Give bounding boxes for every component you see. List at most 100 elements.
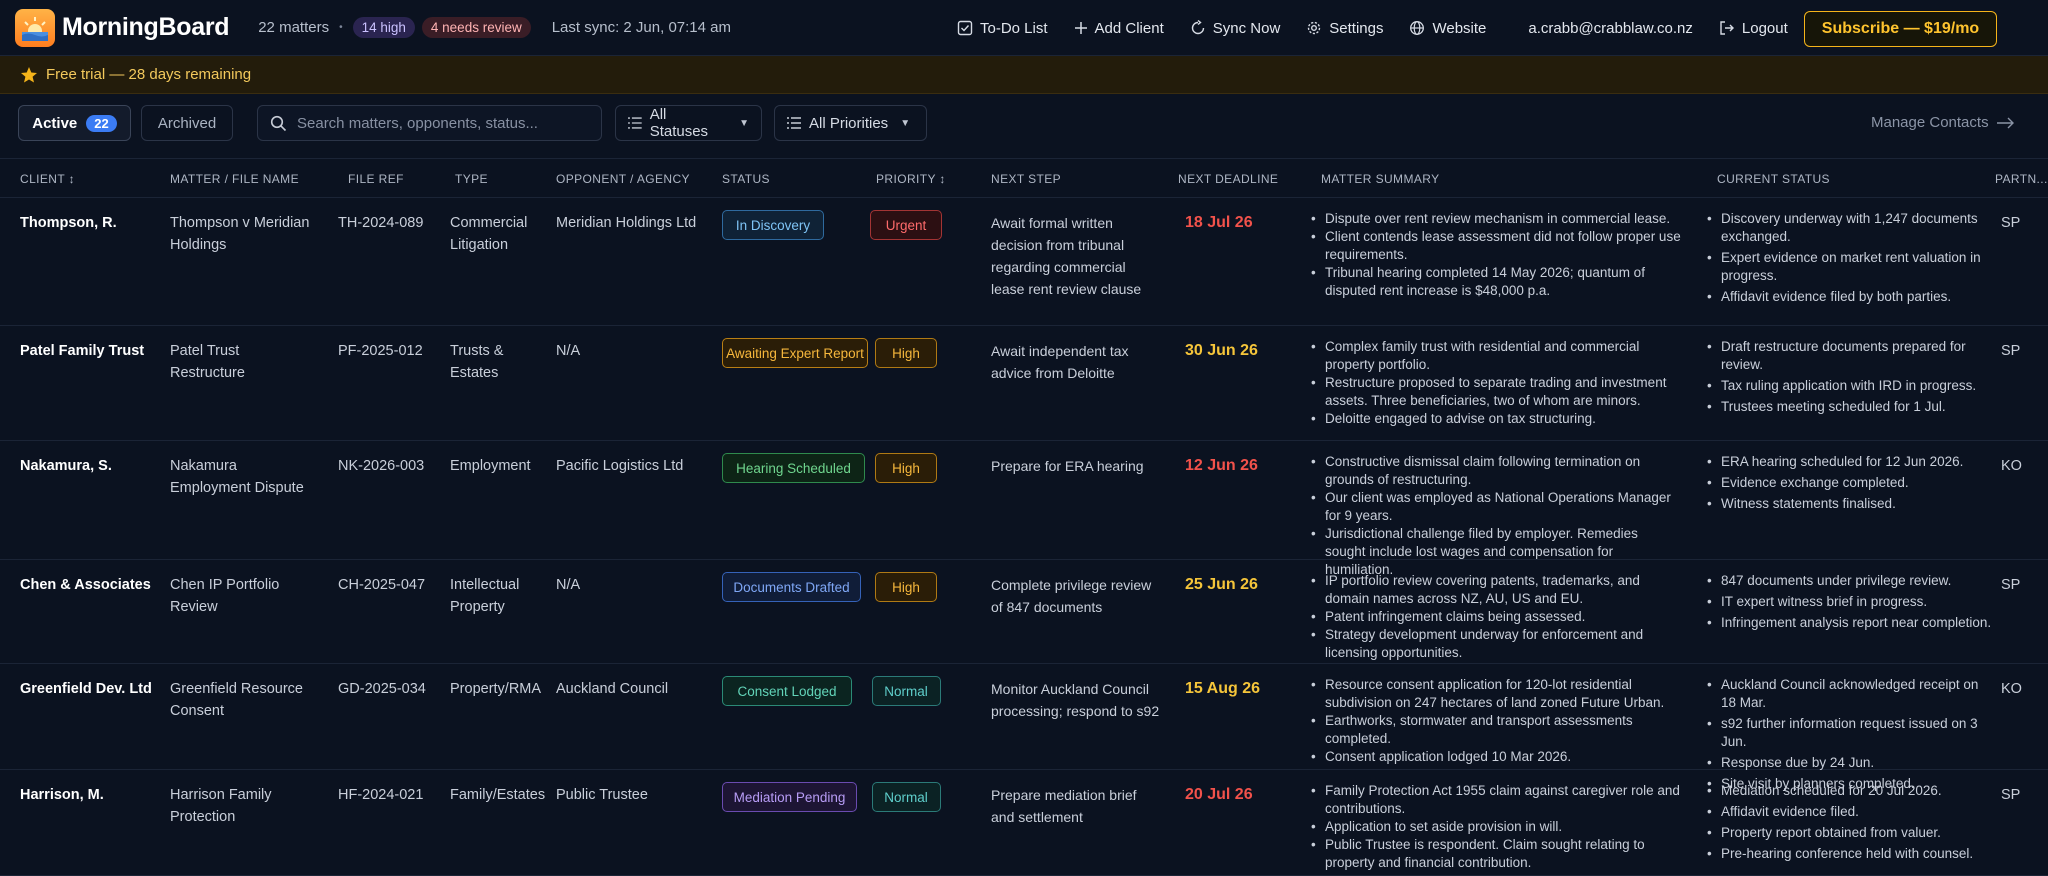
chevron-down-icon: ▼	[739, 117, 749, 129]
file-ref: CH-2025-047	[338, 577, 426, 593]
priority-badge[interactable]: Normal	[871, 676, 941, 706]
sync-now-link[interactable]: Sync Now	[1190, 19, 1281, 37]
matter-name[interactable]: Patel Trust Restructure	[170, 340, 315, 384]
next-deadline: 12 Jun 26	[1185, 457, 1258, 474]
matter-name[interactable]: Harrison Family Protection	[170, 784, 315, 828]
summary-bullet: IP portfolio review covering patents, tr…	[1311, 572, 1681, 608]
matter-type: Property/RMA	[450, 681, 542, 697]
top-nav: To-Do List Add Client Sync Now Settings …	[957, 0, 1814, 56]
status-badge[interactable]: Documents Drafted	[722, 572, 861, 602]
file-ref: TH-2024-089	[338, 215, 424, 231]
col-opponent-header: OPPONENT / AGENCY	[556, 172, 690, 186]
status-filter-select[interactable]: All Statuses ▼	[615, 105, 762, 141]
matter-type: Commercial Litigation	[450, 215, 528, 253]
needs-review-badge[interactable]: 4 needs review	[421, 17, 531, 38]
file-ref: HF-2024-021	[338, 787, 424, 803]
search-input[interactable]	[297, 114, 587, 132]
current-status-bullet: Auckland Council acknowledged receipt on…	[1707, 676, 1992, 712]
table-header: CLIENT ↕ MATTER / FILE NAME FILE REF TYP…	[0, 158, 2048, 198]
table-row[interactable]: Thompson, R. Thompson v Meridian Holding…	[0, 198, 2048, 326]
summary-bullet: Resource consent application for 120-lot…	[1311, 676, 1681, 712]
status-badge[interactable]: In Discovery	[722, 210, 824, 240]
filter-toolbar: Active 22 Archived All Statuses ▼ All Pr…	[0, 94, 2048, 158]
priority-badge[interactable]: Urgent	[870, 210, 942, 240]
summary-bullet: Tribunal hearing completed 14 May 2026; …	[1311, 264, 1681, 300]
current-status-bullet: 847 documents under privilege review.	[1707, 572, 1992, 590]
summary-bullet: Client contends lease assessment did not…	[1311, 228, 1681, 264]
list-filter-icon	[628, 117, 642, 129]
matter-name[interactable]: Greenfield Resource Consent	[170, 678, 315, 722]
table-row[interactable]: Nakamura, S. Nakamura Employment Dispute…	[0, 441, 2048, 577]
summary-bullet: Family Protection Act 1955 claim against…	[1311, 782, 1681, 818]
summary-bullet: Complex family trust with residential an…	[1311, 338, 1681, 374]
client-name[interactable]: Nakamura, S.	[20, 455, 160, 477]
priority-filter-select[interactable]: All Priorities ▼	[774, 105, 927, 141]
chevron-down-icon: ▼	[900, 117, 911, 129]
priority-badge[interactable]: High	[875, 453, 937, 483]
table-row[interactable]: Chen & Associates Chen IP Portfolio Revi…	[0, 560, 2048, 664]
add-client-link[interactable]: Add Client	[1074, 20, 1164, 37]
opponent: Pacific Logistics Ltd	[556, 458, 684, 474]
partner-initials: SP	[2001, 215, 2021, 231]
opponent: Meridian Holdings Ltd	[556, 215, 697, 231]
table-row[interactable]: Harrison, M. Harrison Family Protection …	[0, 770, 2048, 876]
priority-badge[interactable]: High	[875, 572, 937, 602]
status-badge[interactable]: Hearing Scheduled	[722, 453, 865, 483]
status-badge[interactable]: Awaiting Expert Report	[722, 338, 868, 368]
table-row[interactable]: Patel Family Trust Patel Trust Restructu…	[0, 326, 2048, 441]
matter-name[interactable]: Chen IP Portfolio Review	[170, 574, 315, 618]
sync-now-label: Sync Now	[1212, 19, 1281, 37]
client-name[interactable]: Chen & Associates	[20, 574, 160, 596]
current-status-list: 847 documents under privilege review. IT …	[1707, 572, 1992, 635]
tab-active[interactable]: Active 22	[18, 105, 131, 141]
status-badge[interactable]: Mediation Pending	[722, 782, 857, 812]
client-name[interactable]: Thompson, R.	[20, 212, 160, 234]
file-ref: GD-2025-034	[338, 681, 426, 697]
current-status-bullet: Pre-hearing conference held with counsel…	[1707, 845, 1992, 863]
client-name[interactable]: Harrison, M.	[20, 784, 160, 806]
current-status-bullet: Affidavit evidence filed by both parties…	[1707, 288, 1992, 306]
app-logo[interactable]: MorningBoard	[15, 8, 230, 47]
current-status-bullet: Draft restructure documents prepared for…	[1707, 338, 1992, 374]
col-status-header: STATUS	[722, 172, 770, 186]
current-status-list: Mediation scheduled for 20 Jul 2026. Affi…	[1707, 782, 1992, 866]
matter-summary-list: Family Protection Act 1955 claim against…	[1311, 782, 1681, 872]
matters-count: 22 matters	[258, 19, 330, 36]
tab-archived[interactable]: Archived	[141, 105, 233, 141]
next-step: Await independent tax advice from Deloit…	[991, 343, 1129, 381]
client-name[interactable]: Greenfield Dev. Ltd	[20, 678, 160, 700]
matter-name[interactable]: Thompson v Meridian Holdings	[170, 212, 315, 256]
settings-link[interactable]: Settings	[1306, 20, 1383, 37]
logout-label: Logout	[1741, 19, 1788, 37]
client-name[interactable]: Patel Family Trust	[20, 340, 160, 362]
website-link[interactable]: Website	[1409, 20, 1486, 37]
logout-link[interactable]: Logout	[1719, 20, 1788, 37]
current-status-list: ERA hearing scheduled for 12 Jun 2026. Ev…	[1707, 453, 1992, 516]
next-step: Prepare for ERA hearing	[991, 458, 1144, 474]
user-email[interactable]: a.crabb@crabblaw.co.nz	[1528, 20, 1692, 37]
summary-bullet: Dispute over rent review mechanism in co…	[1311, 210, 1681, 228]
globe-icon	[1410, 21, 1425, 35]
high-priority-badge[interactable]: 14 high	[352, 17, 415, 38]
priority-badge[interactable]: Normal	[871, 782, 941, 812]
status-badge[interactable]: Consent Lodged	[722, 676, 852, 706]
summary-bullet: Earthworks, stormwater and transport ass…	[1311, 712, 1681, 748]
manage-contacts-link[interactable]: Manage Contacts	[1871, 114, 2015, 131]
tab-active-count-badge: 22	[86, 114, 117, 132]
current-status-bullet: Property report obtained from valuer.	[1707, 824, 1992, 842]
next-deadline: 30 Jun 26	[1185, 342, 1258, 359]
subscribe-button[interactable]: Subscribe — $19/mo	[1804, 11, 1997, 47]
col-matter-header: MATTER / FILE NAME	[170, 172, 299, 186]
todo-list-link[interactable]: To-Do List	[957, 20, 1048, 37]
table-row[interactable]: Greenfield Dev. Ltd Greenfield Resource …	[0, 664, 2048, 793]
matter-name[interactable]: Nakamura Employment Dispute	[170, 455, 315, 499]
sunrise-logo-icon	[15, 8, 55, 47]
col-priority-header[interactable]: PRIORITY ↕	[876, 172, 946, 186]
gear-icon	[1308, 21, 1321, 35]
search-box[interactable]	[257, 105, 602, 141]
matter-type: Intellectual Property	[450, 577, 520, 615]
col-client-header[interactable]: CLIENT ↕	[20, 172, 75, 186]
todo-list-label: To-Do List	[980, 19, 1048, 37]
priority-badge[interactable]: High	[875, 338, 937, 368]
summary-bullet: Patent infringement claims being assesse…	[1311, 608, 1681, 626]
